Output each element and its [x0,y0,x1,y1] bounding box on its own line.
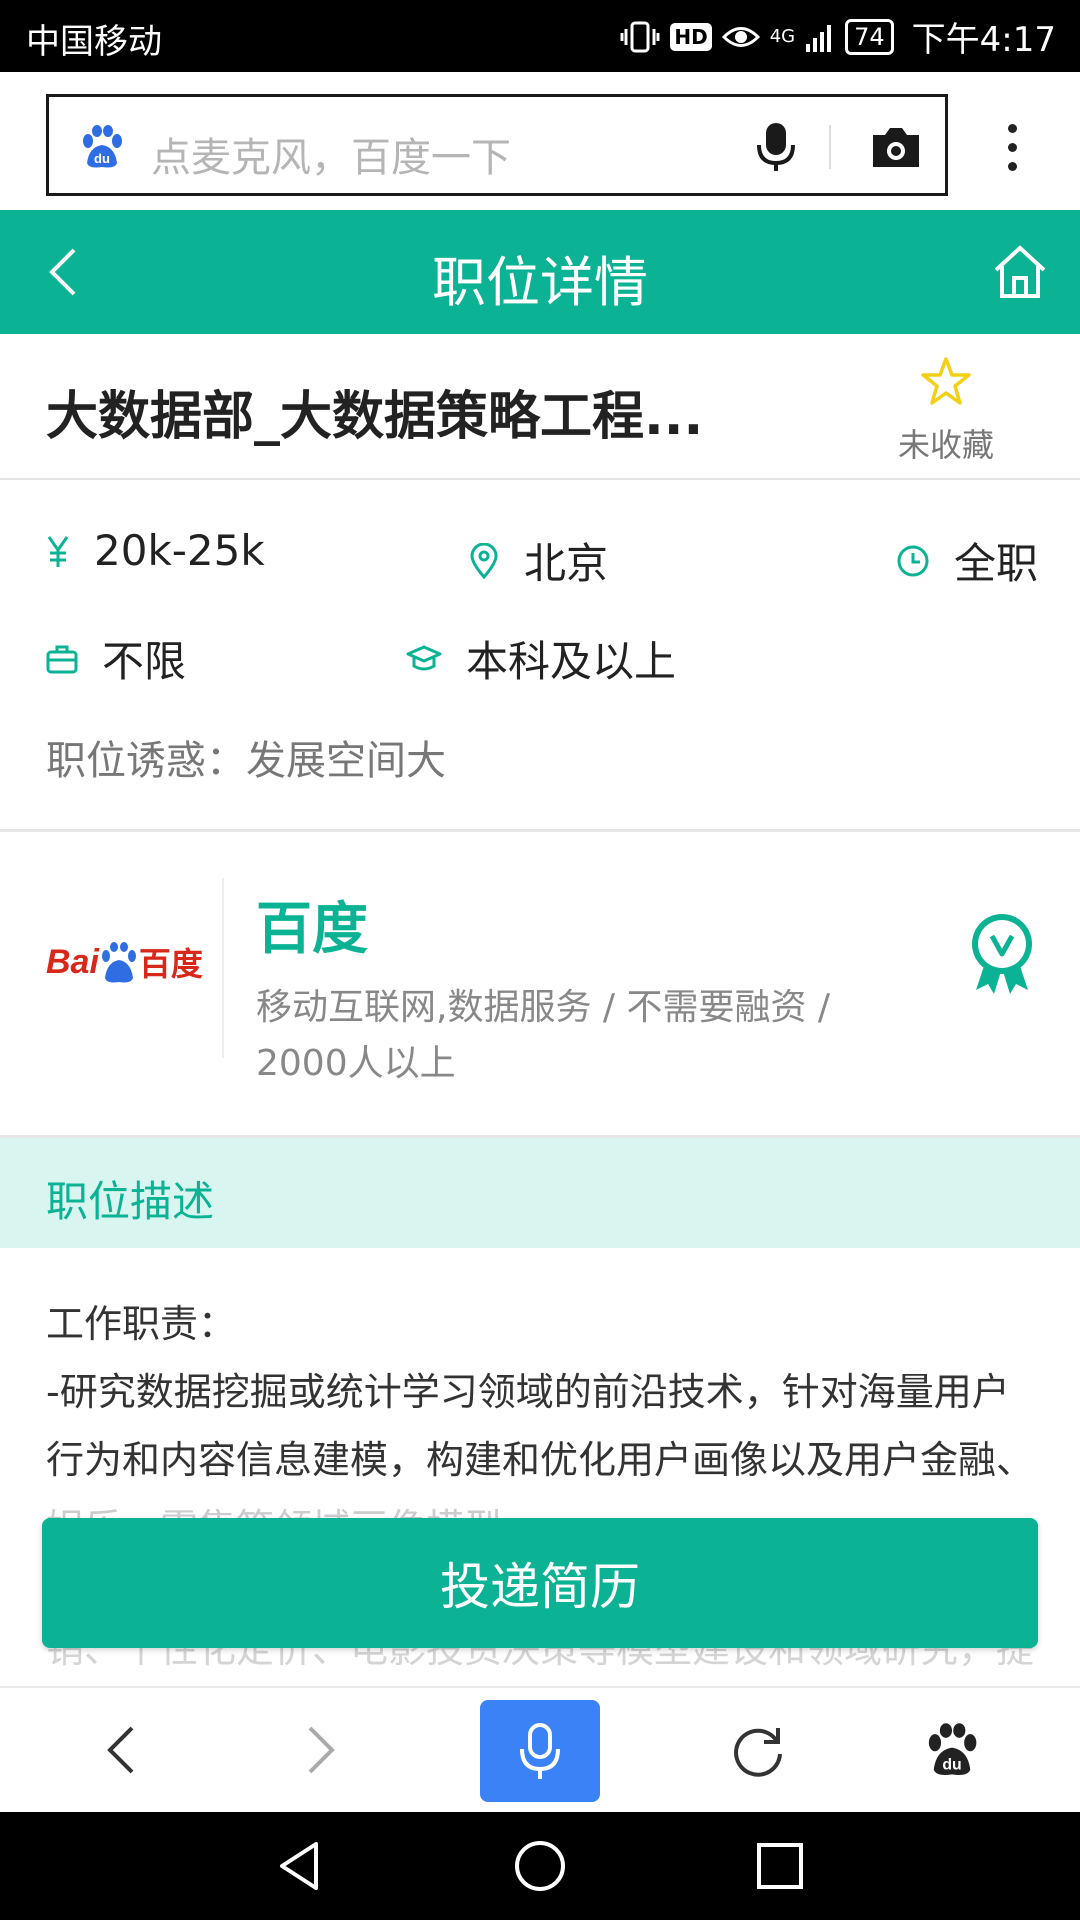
clock: 下午4:17 [911,20,1056,60]
battery-level: 74 [845,18,894,55]
system-nav-bar [0,1812,1080,1920]
hd-badge: HD [670,22,712,51]
salary-value: 20k-25k [94,526,265,575]
svg-text:du: du [942,1756,961,1773]
voice-search-button[interactable] [480,1700,600,1802]
graduation-cap-icon [406,645,442,670]
job-type-value: 全职 [954,539,1039,588]
location-icon [470,542,498,579]
job-info: 20k-25k 北京 全职 不限 本科及以上 职位诱惑：发展空间大 [0,480,1080,832]
system-back-icon[interactable] [270,1836,330,1896]
experience-item: 不限 [46,628,186,689]
camera-icon[interactable] [867,119,925,175]
favorite-label: 未收藏 [897,426,994,464]
mic-icon [520,1723,560,1779]
baidu-home-button[interactable]: du [916,1714,988,1786]
job-title-row: 大数据部_大数据策略工程... 未收藏 [0,334,1080,480]
company-logo: Bai 百度 [46,932,216,992]
city-item: 北京 [468,530,608,591]
logo-divider [222,878,224,1058]
signal-icon [805,22,835,52]
status-bar: 中国移动 HD 4G 74 下午4:17 [0,0,1080,72]
clock-icon [897,545,929,576]
job-perk: 职位诱惑：发展空间大 [46,738,446,784]
app-header: 职位详情 [0,210,1080,334]
mic-icon[interactable] [749,119,803,175]
carrier-name: 中国移动 [26,22,162,62]
education-value: 本科及以上 [466,637,677,686]
system-recents-icon[interactable] [750,1836,810,1896]
company-meta: 移动互联网,数据服务 / 不需要融资 / 2000人以上 [256,987,831,1084]
browser-forward-button[interactable] [284,1714,356,1786]
job-title: 大数据部_大数据策略工程... [46,387,704,447]
eye-icon [721,22,760,52]
city-value: 北京 [524,539,609,588]
salary-item: 20k-25k [46,526,265,575]
star-icon [921,357,971,405]
experience-value: 不限 [102,637,187,686]
network-type: 4G [769,25,796,47]
baidu-paw-icon: du [928,1723,977,1775]
yuan-icon [47,535,69,567]
logo-text-latin: Bai [46,942,99,981]
home-icon[interactable] [990,240,1050,302]
company-card[interactable]: Bai 百度 百度 移动互联网,数据服务 / 不需要融资 / 2000人以上 [0,832,1080,1138]
more-menu-icon[interactable] [990,112,1034,182]
svg-text:du: du [94,151,110,166]
verified-badge-icon [972,914,1032,994]
logo-text-cn: 百度 [138,945,203,983]
baidu-paw-logo-icon [101,942,136,983]
browser-bar: du 点麦克风，百度一下 [0,72,1080,210]
description-section-title: 职位描述 [46,1177,215,1226]
page-title: 职位详情 [432,251,648,314]
vibrate-icon [620,20,660,54]
description-line: 行为和内容信息建模，构建和优化用户画像以及用户金融、 [46,1438,1035,1482]
description-section-header: 职位描述 [0,1138,1080,1248]
description-line: -研究数据挖掘或统计学习领域的前沿技术，针对海量用户 [46,1370,1010,1414]
briefcase-icon [46,645,78,673]
education-item: 本科及以上 [406,628,676,689]
status-icons: HD 4G 74 下午4:17 [620,12,1056,61]
browser-back-button[interactable] [86,1714,158,1786]
baidu-paw-icon: du [83,125,122,168]
apply-resume-button[interactable]: 投递简历 [42,1518,1038,1648]
company-name[interactable]: 百度 [256,884,368,965]
refresh-icon [734,1728,782,1777]
system-home-icon[interactable] [510,1836,570,1896]
search-input[interactable]: 点麦克风，百度一下 [151,125,511,183]
chevron-left-icon [107,1726,134,1774]
browser-nav-bar: du [0,1686,1080,1812]
description-heading: 工作职责： [46,1302,237,1346]
search-divider [829,125,831,169]
search-box[interactable]: du 点麦克风，百度一下 [46,94,948,196]
chevron-right-icon [308,1726,335,1774]
job-type-item: 全职 [896,530,1038,591]
refresh-button[interactable] [722,1714,794,1786]
favorite-button[interactable]: 未收藏 [880,350,1012,464]
